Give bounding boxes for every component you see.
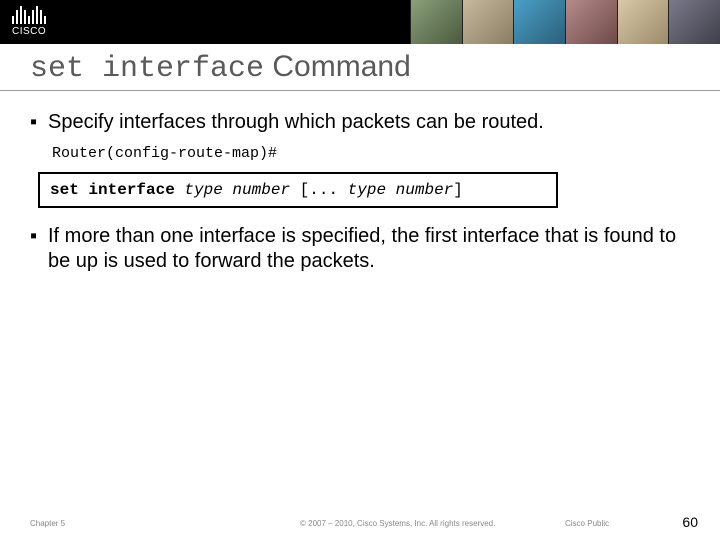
- title-word: Command: [264, 50, 411, 83]
- cmd-end: ]: [453, 181, 463, 199]
- cmd-mid: [...: [290, 181, 348, 199]
- banner-photo: [462, 0, 514, 44]
- bullet-item: ▪ Specify interfaces through which packe…: [30, 110, 690, 135]
- banner-photo: [565, 0, 617, 44]
- banner-photo: [513, 0, 565, 44]
- banner-photo: [668, 0, 720, 44]
- banner-photo: [617, 0, 669, 44]
- router-prompt: Router(config-route-map)#: [52, 145, 690, 164]
- footer-chapter: Chapter 5: [30, 519, 65, 528]
- cisco-logo-text: CISCO: [12, 26, 46, 37]
- top-banner: CISCO: [0, 0, 720, 44]
- bullet-text: If more than one interface is specified,…: [48, 224, 690, 274]
- bullet-item: ▪ If more than one interface is specifie…: [30, 224, 690, 274]
- footer-public: Cisco Public: [565, 519, 609, 528]
- cisco-logo: CISCO: [12, 4, 46, 37]
- slide-title: set interface Command: [30, 50, 411, 86]
- title-rule: [0, 90, 720, 91]
- bullet-mark-icon: ▪: [30, 224, 48, 274]
- cmd-arg: type number: [184, 181, 290, 199]
- cisco-bars-icon: [12, 4, 46, 24]
- photo-strip: [410, 0, 720, 44]
- banner-photo: [410, 0, 462, 44]
- footer-page-number: 60: [682, 514, 698, 530]
- slide-body: ▪ Specify interfaces through which packe…: [30, 110, 690, 284]
- slide: CISCO set interface Command ▪ Specify in…: [0, 0, 720, 540]
- command-syntax-box: set interface type number [... type numb…: [38, 172, 558, 208]
- cmd-arg: type number: [348, 181, 454, 199]
- footer-copyright: © 2007 – 2010, Cisco Systems, Inc. All r…: [300, 519, 495, 528]
- title-command: set interface: [30, 52, 264, 86]
- bullet-mark-icon: ▪: [30, 110, 48, 135]
- cmd-keyword: set interface: [50, 181, 184, 199]
- bullet-text: Specify interfaces through which packets…: [48, 110, 690, 135]
- slide-footer: Chapter 5 © 2007 – 2010, Cisco Systems, …: [0, 510, 720, 530]
